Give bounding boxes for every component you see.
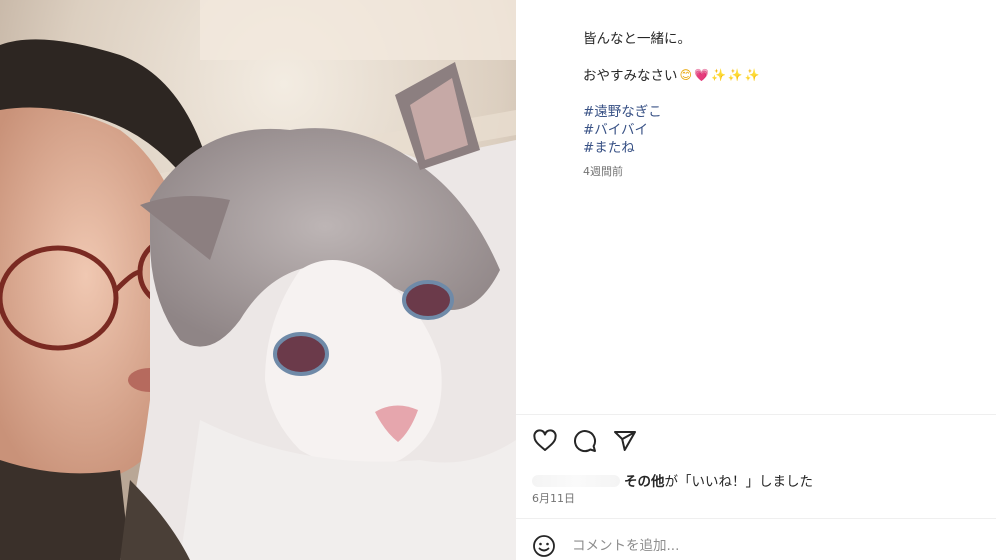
sparkles-emoji-icon: ✨ [710,68,726,82]
hashtag-link[interactable]: #またね [583,139,973,157]
likes-others-link[interactable]: その他 [624,474,665,490]
like-button[interactable] [532,428,558,454]
comment-button[interactable] [572,428,598,454]
smile-emoji-icon: 😊 [679,68,693,82]
comment-icon [574,430,597,453]
comment-input[interactable] [570,537,954,555]
divider [516,414,996,415]
action-bar [532,428,638,454]
emoji-picker-icon[interactable] [532,534,556,558]
caption-line-2: おやすみなさい 😊 💗 ✨ ✨ ✨ [583,66,973,85]
sparkles-emoji-icon: ✨ [744,68,760,82]
post-caption: 皆んなと一緒に。 おやすみなさい 😊 💗 ✨ ✨ ✨ #遠野なぎこ #バイバイ #またね [583,30,973,157]
heart-emoji-icon: 💗 [694,68,709,82]
photo-illustration [0,0,516,560]
share-button[interactable] [612,428,638,454]
blurred-liker-names [532,475,620,487]
post-date[interactable]: 6月11日 [532,490,575,506]
likes-text: が「いいね！」しました [664,474,814,490]
post-photo[interactable] [0,0,516,560]
share-icon [614,431,636,451]
heart-icon [533,429,557,451]
likes-summary: その他が「いいね！」しました [532,470,813,490]
caption-line-2-text: おやすみなさい [583,68,678,84]
hashtag-link[interactable]: #バイバイ [583,121,973,139]
caption-timestamp[interactable]: 4週間前 [583,163,623,179]
caption-line-1: 皆んなと一緒に。 [583,31,691,47]
divider [516,518,996,519]
hashtag-link[interactable]: #遠野なぎこ [583,103,973,121]
sparkles-emoji-icon: ✨ [727,68,743,82]
comment-box [532,532,982,560]
post-details-panel: 皆んなと一緒に。 おやすみなさい 😊 💗 ✨ ✨ ✨ #遠野なぎこ #バイバイ #またね … [516,0,996,560]
